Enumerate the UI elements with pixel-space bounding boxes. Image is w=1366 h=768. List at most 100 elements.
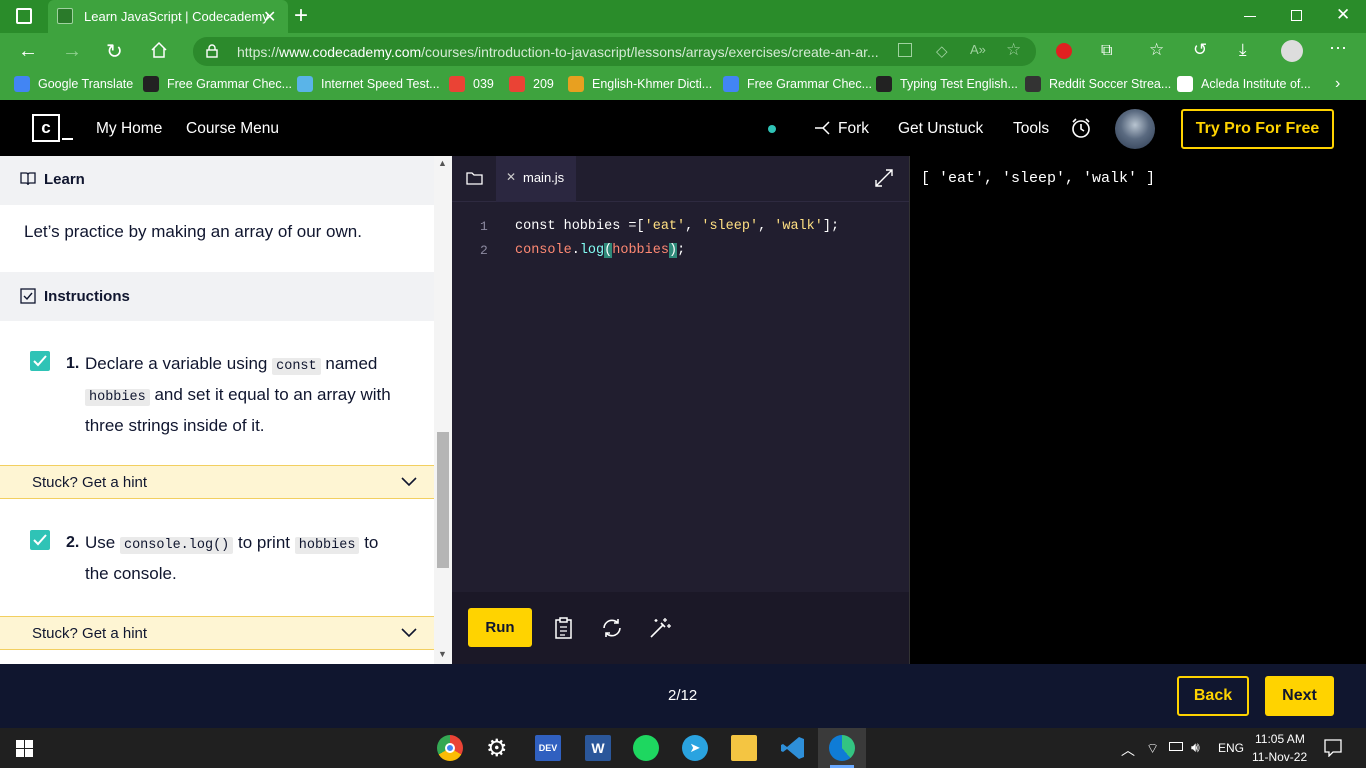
clock-time[interactable]: 11:05 AM: [1255, 732, 1305, 746]
profile-avatar[interactable]: [1281, 40, 1303, 62]
line-number: 2: [480, 243, 488, 258]
logo-underscore: [62, 138, 73, 140]
bookmark-link[interactable]: 209: [533, 77, 554, 91]
code-line-2[interactable]: console.log(hobbies);: [515, 243, 685, 258]
google-icon: [723, 76, 739, 92]
vscode-icon[interactable]: [780, 735, 806, 761]
extension-red-icon[interactable]: [1056, 43, 1072, 59]
forward-arrow-icon[interactable]: →: [62, 40, 82, 63]
battery-icon[interactable]: [1169, 742, 1183, 751]
refresh-icon[interactable]: ↻: [106, 39, 123, 64]
word-icon[interactable]: W: [585, 735, 611, 761]
bookmark-link[interactable]: Free Grammar Chec...: [167, 77, 292, 91]
hint-bar-2[interactable]: Stuck? Get a hint: [0, 616, 434, 650]
windows-start-icon[interactable]: [16, 740, 33, 757]
minimize-icon[interactable]: [1244, 16, 1256, 17]
read-aloud-icon[interactable]: A»: [970, 42, 986, 57]
gmail-icon: [449, 76, 465, 92]
alarm-clock-icon[interactable]: [1070, 117, 1092, 139]
edge-icon[interactable]: [829, 735, 855, 761]
expand-icon[interactable]: [875, 169, 893, 187]
notifications-icon[interactable]: [1324, 739, 1342, 757]
close-file-icon[interactable]: ✕: [506, 170, 516, 184]
chevron-down-icon: [401, 477, 417, 487]
spotify-icon[interactable]: [633, 735, 659, 761]
lesson-scrollbar[interactable]: [434, 156, 452, 664]
scroll-up-arrow-icon[interactable]: ▲: [438, 158, 447, 168]
bookmarks-overflow-icon[interactable]: ›: [1335, 75, 1340, 93]
new-tab-icon[interactable]: +: [294, 2, 308, 30]
my-home-link[interactable]: My Home: [96, 120, 162, 138]
pen-icon: [143, 76, 159, 92]
more-menu-icon[interactable]: ⋯: [1329, 38, 1347, 59]
output-console: [909, 156, 1366, 664]
step-2-check-icon: [30, 530, 50, 550]
wifi-icon[interactable]: ⌔: [1146, 740, 1159, 758]
folder-icon[interactable]: [466, 171, 483, 185]
user-avatar[interactable]: [1115, 109, 1155, 149]
fork-button[interactable]: Fork: [838, 120, 869, 138]
soccer-icon: [1025, 76, 1041, 92]
tab-close-icon[interactable]: ✕: [263, 7, 276, 27]
chrome-icon[interactable]: [437, 735, 463, 761]
tag-icon[interactable]: ◇: [936, 42, 948, 60]
bookmark-link[interactable]: 039: [473, 77, 494, 91]
try-pro-button[interactable]: Try Pro For Free: [1181, 109, 1334, 149]
line-number: 1: [480, 219, 488, 234]
tray-chevron-icon[interactable]: ︿: [1121, 740, 1135, 760]
bookmark-link[interactable]: Google Translate: [38, 77, 133, 91]
scrollbar-thumb[interactable]: [437, 432, 449, 568]
bookmark-link[interactable]: Acleda Institute of...: [1201, 77, 1311, 91]
chevron-down-icon: [401, 628, 417, 638]
file-tab-label[interactable]: main.js: [523, 170, 564, 185]
favorites-icon[interactable]: ☆: [1149, 40, 1164, 60]
tab-title: Learn JavaScript | Codecademy: [84, 9, 269, 24]
tab-actions-icon[interactable]: [16, 8, 32, 24]
volume-icon[interactable]: 🔊︎: [1191, 739, 1200, 756]
lock-icon[interactable]: [206, 44, 218, 58]
magic-wand-icon[interactable]: [648, 616, 672, 640]
language-indicator[interactable]: ENG: [1218, 741, 1244, 755]
back-arrow-icon[interactable]: ←: [18, 40, 38, 63]
back-button[interactable]: Back: [1177, 676, 1249, 716]
next-button[interactable]: Next: [1265, 676, 1334, 716]
file-explorer-icon[interactable]: [731, 735, 757, 761]
close-window-icon[interactable]: ✕: [1336, 5, 1350, 25]
settings-gear-icon[interactable]: ⚙: [486, 734, 508, 763]
codecademy-logo[interactable]: c: [32, 114, 60, 142]
gmail-icon: [509, 76, 525, 92]
app-available-icon[interactable]: [898, 43, 912, 57]
panel-bottom-strip: [0, 651, 434, 664]
hint-label: Stuck? Get a hint: [32, 474, 148, 491]
downloads-icon[interactable]: ⤓: [1239, 40, 1247, 60]
scroll-down-arrow-icon[interactable]: ▼: [438, 649, 447, 659]
dictionary-icon: [568, 76, 584, 92]
telegram-icon[interactable]: ➤: [682, 735, 708, 761]
tools-button[interactable]: Tools: [1013, 120, 1049, 138]
bookmark-link[interactable]: Free Grammar Chec...: [747, 77, 872, 91]
bookmark-link[interactable]: Reddit Soccer Strea...: [1049, 77, 1171, 91]
bookmark-link[interactable]: Typing Test English...: [900, 77, 1018, 91]
hint-bar-1[interactable]: Stuck? Get a hint: [0, 465, 434, 499]
run-button[interactable]: Run: [468, 608, 532, 647]
maximize-icon[interactable]: [1291, 10, 1302, 21]
document-icon: [1177, 76, 1193, 92]
reset-icon[interactable]: [600, 616, 624, 640]
history-icon[interactable]: ↺: [1193, 40, 1207, 60]
bookmark-link[interactable]: Internet Speed Test...: [321, 77, 440, 91]
clock-date[interactable]: 11-Nov-22: [1252, 750, 1307, 764]
typing-icon: [876, 76, 892, 92]
progress-indicator: 2/12: [668, 687, 698, 704]
get-unstuck-button[interactable]: Get Unstuck: [898, 120, 983, 138]
code-line-1[interactable]: const hobbies =['eat', 'sleep', 'walk'];: [515, 219, 839, 234]
home-icon[interactable]: [150, 41, 168, 59]
course-menu-link[interactable]: Course Menu: [186, 120, 279, 138]
extensions-icon[interactable]: ⧉: [1101, 42, 1112, 60]
bookmark-link[interactable]: English-Khmer Dicti...: [592, 77, 712, 91]
dev-icon[interactable]: DEV: [535, 735, 561, 761]
url-text[interactable]: https://www.codecademy.com/courses/intro…: [237, 44, 879, 60]
google-translate-icon: [14, 76, 30, 92]
favorite-add-icon[interactable]: ☆: [1006, 40, 1021, 60]
clipboard-icon[interactable]: [552, 616, 576, 640]
fork-icon[interactable]: [814, 120, 832, 136]
